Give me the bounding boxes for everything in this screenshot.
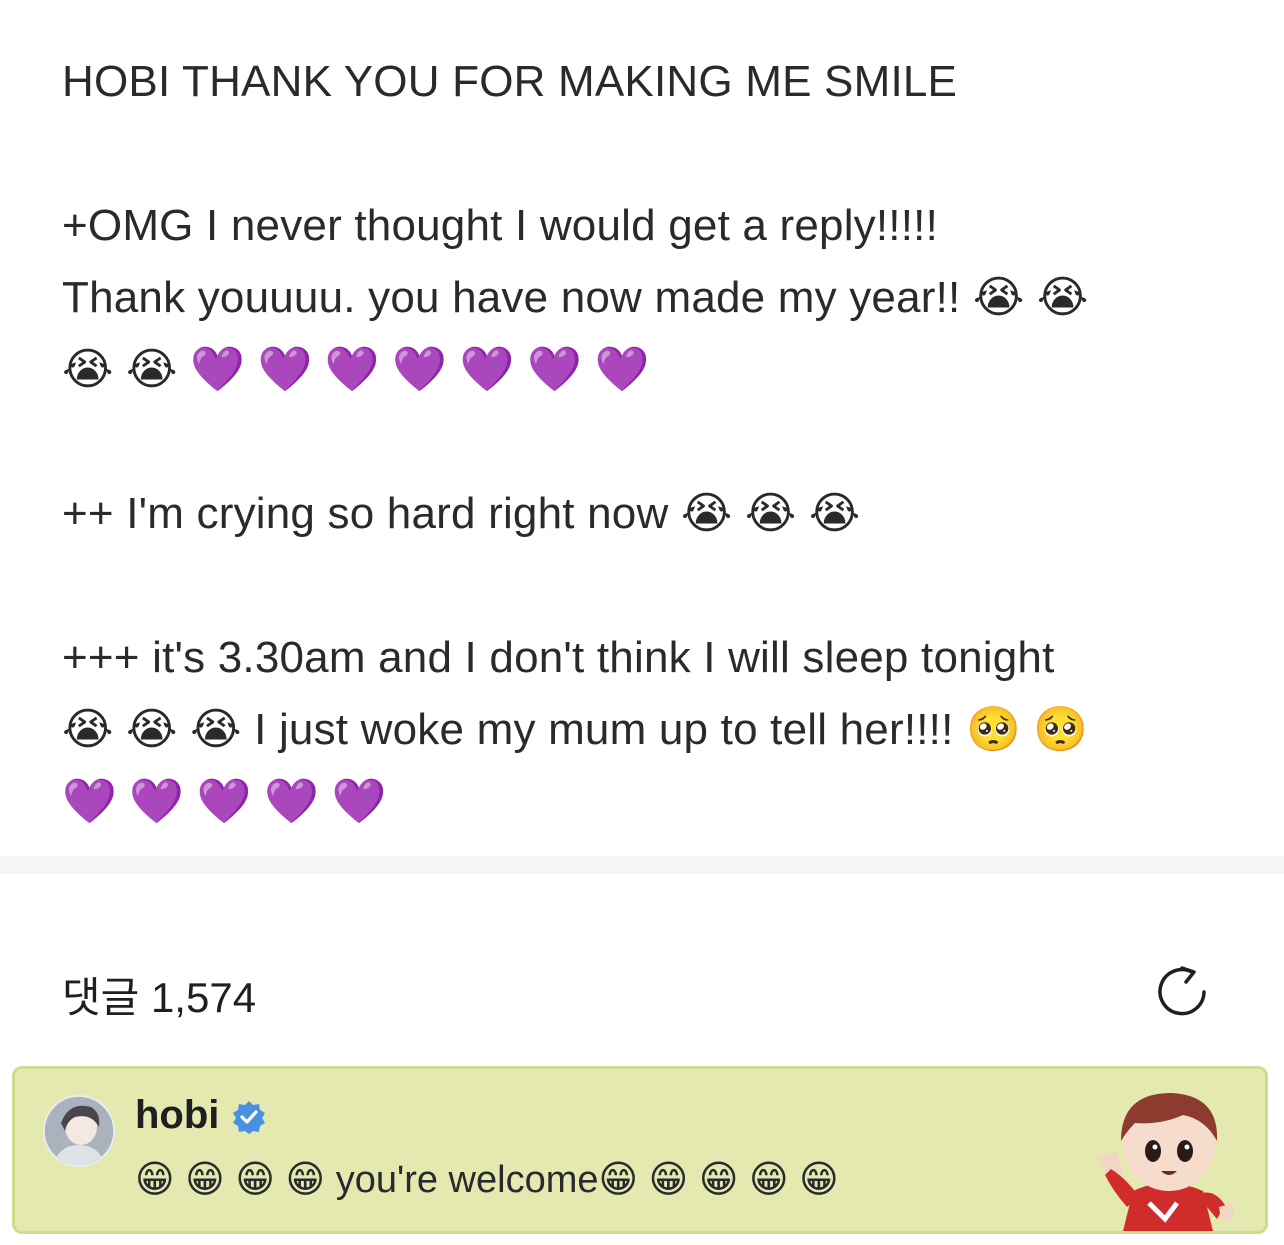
comments-header: 댓글 1,574 (62, 958, 1222, 1022)
refresh-icon[interactable] (1152, 960, 1212, 1020)
avatar-image (45, 1097, 113, 1165)
comment-text: 😁 😁 😁 😁 you're welcome😁 😁 😁 😁 😁 (135, 1159, 839, 1201)
post-line: +OMG I never thought I would get a reply… (62, 201, 939, 250)
post-line: 💜 💜 💜 💜 💜 (62, 777, 387, 826)
section-divider (0, 856, 1284, 874)
post-line: ++ I'm crying so hard right now 😭 😭 😭 (62, 489, 861, 538)
refresh-icon-graphic (1158, 966, 1206, 1016)
post-line: +++ it's 3.30am and I don't think I will… (62, 633, 1055, 682)
character-sticker (1087, 1079, 1247, 1231)
highlighted-comment[interactable]: hobi 😁 😁 😁 😁 you're welcome😁 😁 😁 😁 😁 (12, 1066, 1268, 1234)
comments-count: 댓글 1,574 (62, 974, 257, 1021)
post-line: 😭 😭 💜 💜 💜 💜 💜 💜 💜 (62, 345, 650, 394)
post-body: HOBI THANK YOU FOR MAKING ME SMILE +OMG … (62, 46, 1252, 838)
verified-badge-icon (231, 1099, 267, 1135)
post-title: HOBI THANK YOU FOR MAKING ME SMILE (62, 57, 958, 106)
post-line: 😭 😭 😭 I just woke my mum up to tell her!… (62, 705, 1089, 754)
post-line: Thank youuuu. you have now made my year!… (62, 273, 1089, 322)
avatar[interactable] (43, 1095, 115, 1167)
comment-author[interactable]: hobi (135, 1093, 219, 1138)
